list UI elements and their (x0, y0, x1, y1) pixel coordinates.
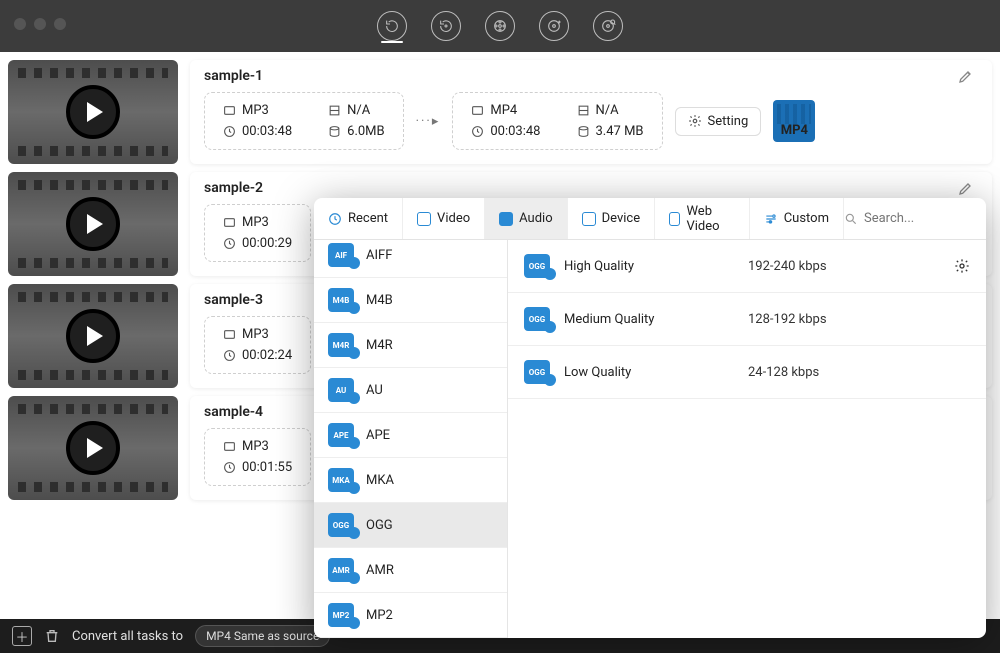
play-icon (66, 197, 120, 251)
play-icon (66, 309, 120, 363)
quality-name: Low Quality (564, 365, 734, 380)
format-label: AIFF (366, 248, 392, 263)
format-item-m4r[interactable]: M4R M4R (314, 323, 507, 368)
tab-webvideo[interactable]: Web Video (655, 198, 750, 239)
format-label: M4R (366, 338, 393, 353)
format-label: OGG (366, 518, 393, 533)
tab-custom[interactable]: Custom (750, 198, 844, 239)
format-badge-icon: AMR (328, 558, 354, 582)
tab-video[interactable]: Video (403, 198, 485, 239)
format-badge-icon: MP2 (328, 603, 354, 627)
popover-tabs: Recent Video Audio Device Web Video Cust… (314, 198, 986, 240)
format-badge-icon: M4R (328, 333, 354, 357)
format-item-m4b[interactable]: M4B M4B (314, 278, 507, 323)
format-item-mka[interactable]: MKA MKA (314, 458, 507, 503)
format-item-aiff[interactable]: AIF AIFF (314, 240, 507, 278)
quality-list: OGG High Quality 192-240 kbps OGG Medium Qua… (508, 240, 986, 638)
target-box: MP4 00:03:48 N/A 3.47 MB (452, 92, 662, 150)
tab-device[interactable]: Device (568, 198, 656, 239)
setting-button[interactable]: Setting (675, 107, 762, 136)
quality-row[interactable]: OGG High Quality 192-240 kbps (508, 240, 986, 293)
format-label: M4B (366, 293, 393, 308)
tab-recent[interactable]: Recent (314, 198, 403, 239)
ogg-badge-icon: OGG (524, 254, 550, 278)
thumbnail[interactable] (8, 284, 178, 388)
format-badge-icon: MKA (328, 468, 354, 492)
film-plus-icon[interactable] (539, 11, 569, 41)
format-item-ogg[interactable]: OGG OGG (314, 503, 507, 548)
add-button[interactable]: ＋ (12, 626, 32, 646)
format-badge-icon: M4B (328, 288, 354, 312)
format-badge[interactable]: MP4 (773, 100, 815, 142)
arrow-icon: ···▸ (416, 114, 441, 129)
quality-bitrate: 192-240 kbps (748, 259, 940, 274)
edit-icon[interactable] (958, 180, 974, 196)
format-label: AMR (366, 563, 394, 578)
titlebar (0, 0, 1000, 52)
format-badge-icon: OGG (328, 513, 354, 537)
format-label: MP2 (366, 608, 393, 623)
format-label: AU (366, 383, 383, 398)
format-item-amr[interactable]: AMR AMR (314, 548, 507, 593)
format-item-au[interactable]: AU AU (314, 368, 507, 413)
format-label: MKA (366, 473, 394, 488)
trash-icon[interactable] (44, 628, 60, 644)
task-title: sample-2 (204, 180, 978, 196)
tab-audio[interactable]: Audio (485, 198, 567, 239)
thumbnail[interactable] (8, 396, 178, 500)
search-input[interactable] (864, 211, 974, 226)
ogg-badge-icon: OGG (524, 307, 550, 331)
quality-bitrate: 24-128 kbps (748, 365, 970, 380)
format-item-ape[interactable]: APE APE (314, 413, 507, 458)
film-search-icon[interactable] (593, 11, 623, 41)
search-box[interactable] (844, 211, 974, 226)
quality-bitrate: 128-192 kbps (748, 312, 970, 327)
task-body: sample-1 MP3 00:03:48 N/A 6.0MB ···▸ MP4 (190, 60, 992, 164)
refresh-icon[interactable] (377, 11, 407, 41)
quality-name: Medium Quality (564, 312, 734, 327)
format-badge-icon: AIF (328, 243, 354, 267)
play-icon (66, 85, 120, 139)
play-icon (66, 421, 120, 475)
ogg-badge-icon: OGG (524, 360, 550, 384)
max-dot[interactable] (54, 18, 66, 30)
format-list[interactable]: AIFAIFFM4BM4BM4RM4RAUAUAPEAPEMKAMKAOGGOG… (314, 240, 508, 638)
task-title: sample-1 (204, 68, 978, 84)
edit-icon[interactable] (958, 68, 974, 84)
preset-dropdown[interactable]: MP4 Same as source (195, 625, 330, 647)
thumbnail[interactable] (8, 60, 178, 164)
quality-row[interactable]: OGG Low Quality 24-128 kbps (508, 346, 986, 399)
format-popover: Recent Video Audio Device Web Video Cust… (314, 198, 986, 638)
format-badge-icon: AU (328, 378, 354, 402)
quality-row[interactable]: OGG Medium Quality 128-192 kbps (508, 293, 986, 346)
quality-name: High Quality (564, 259, 734, 274)
top-toolbar (377, 11, 623, 41)
format-badge-icon: APE (328, 423, 354, 447)
format-label: APE (366, 428, 390, 443)
min-dot[interactable] (34, 18, 46, 30)
film-icon[interactable] (485, 11, 515, 41)
search-icon (844, 212, 858, 226)
source-box: MP3 00:03:48 N/A 6.0MB (204, 92, 404, 150)
thumbnail[interactable] (8, 172, 178, 276)
close-dot[interactable] (14, 18, 26, 30)
refresh-dot-icon[interactable] (431, 11, 461, 41)
format-item-mp2[interactable]: MP2 MP2 (314, 593, 507, 638)
task-row: sample-1 MP3 00:03:48 N/A 6.0MB ···▸ MP4 (8, 60, 992, 164)
window-controls[interactable] (14, 18, 66, 30)
footer-label: Convert all tasks to (72, 629, 183, 644)
gear-icon[interactable] (954, 258, 970, 274)
